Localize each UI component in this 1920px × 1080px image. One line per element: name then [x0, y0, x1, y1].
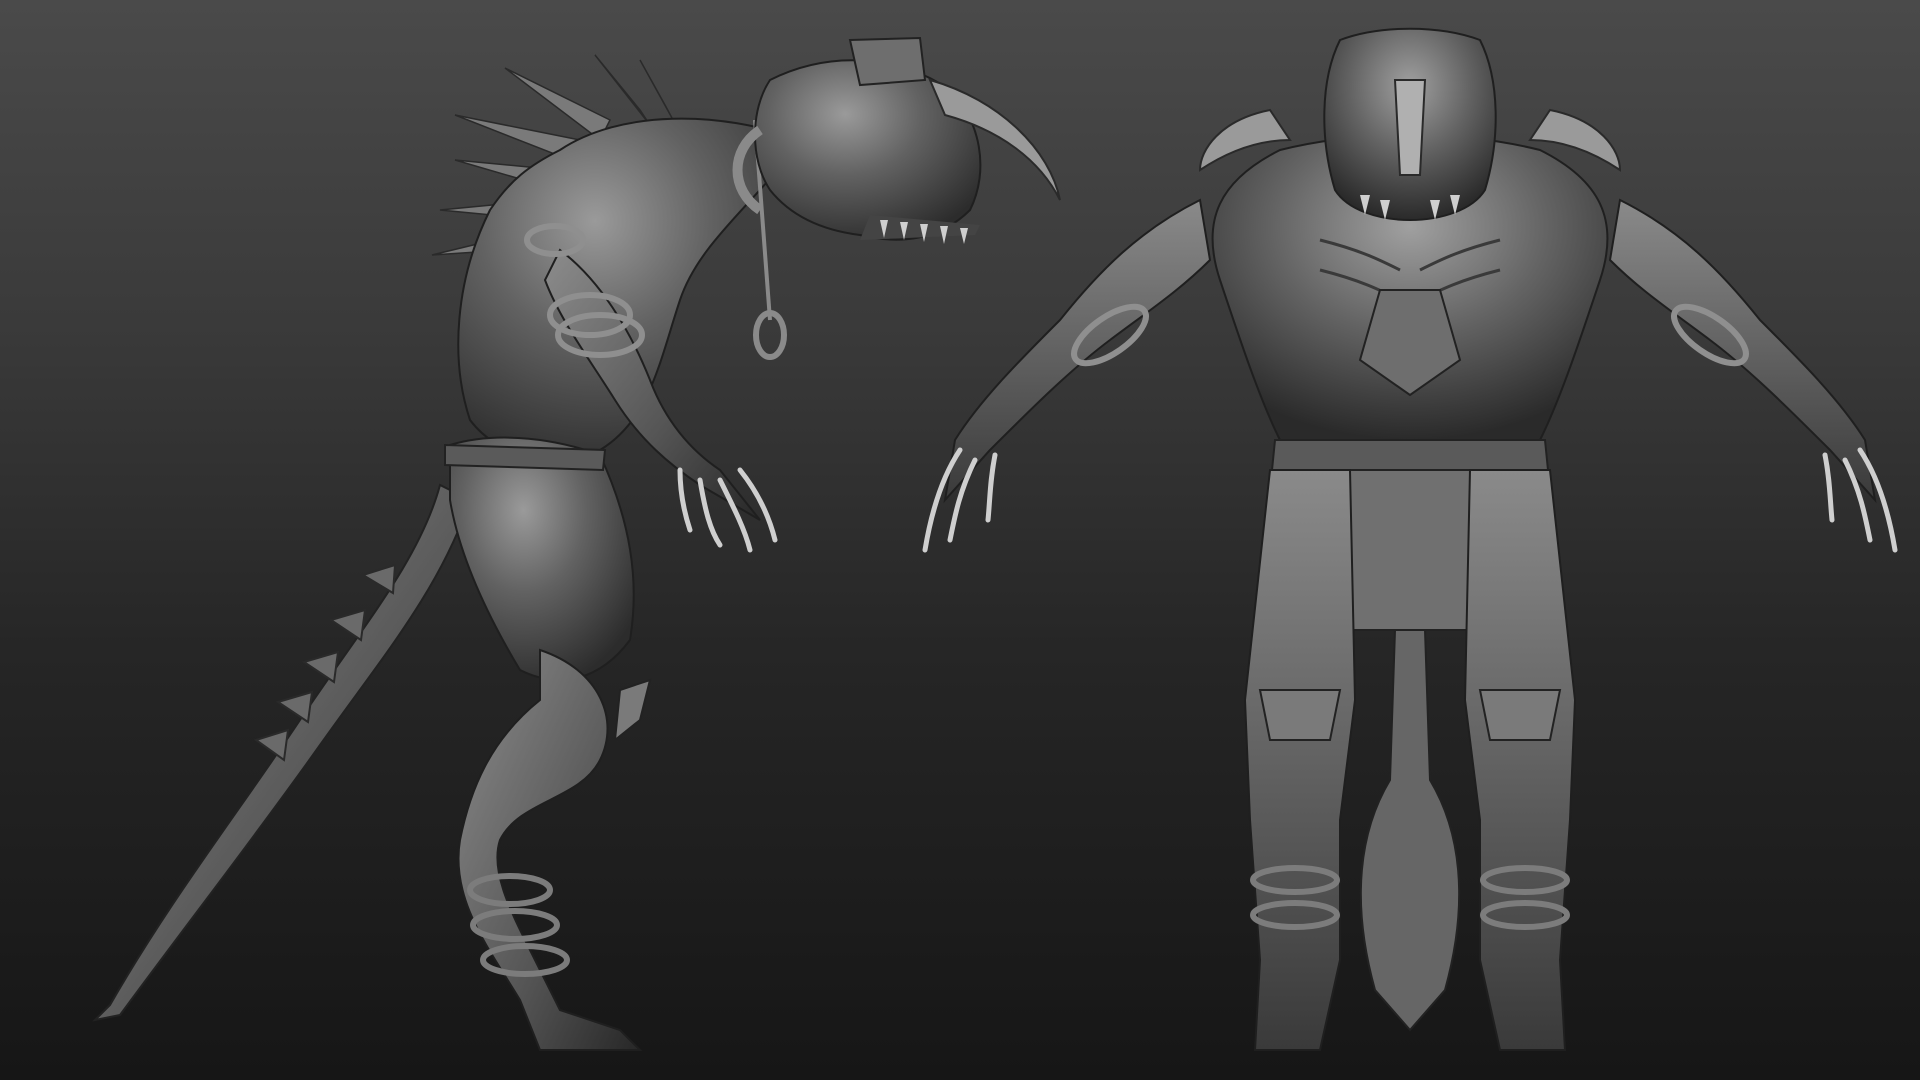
- belt: [444, 443, 607, 472]
- knee-spike: [613, 678, 652, 743]
- creature-front-view: [900, 0, 1920, 1080]
- tail-front: [1359, 629, 1461, 1032]
- left-leg: [1243, 469, 1357, 1051]
- leg: [457, 648, 643, 1051]
- viewport-canvas: [0, 0, 1920, 1080]
- tail: [91, 483, 472, 1022]
- right-leg: [1463, 469, 1577, 1051]
- loincloth: [1338, 469, 1482, 631]
- belt: [1270, 439, 1550, 471]
- hips: [449, 436, 635, 681]
